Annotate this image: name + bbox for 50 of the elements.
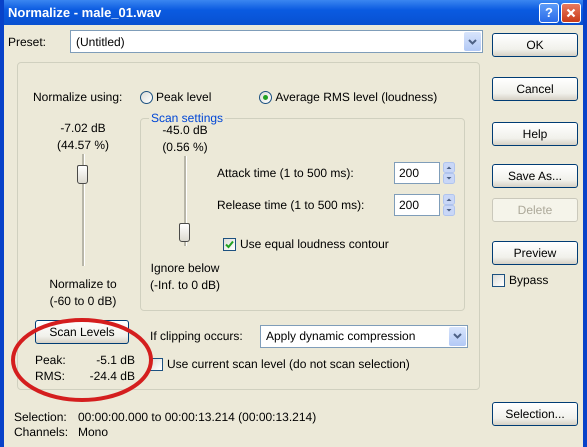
checkbox-label: Bypass <box>509 273 548 287</box>
chevron-down-icon <box>468 38 477 44</box>
group-title: Scan settings <box>150 111 224 125</box>
number-field[interactable]: 200 <box>394 162 440 184</box>
status-value: 00:00:00.000 to 00:00:13.214 (00:00:13.214) <box>78 410 318 425</box>
chevron-down-icon <box>453 333 462 339</box>
field-label: Release time (1 to 500 ms): <box>217 198 366 212</box>
dialog-button[interactable]: Help <box>492 122 578 146</box>
slider-caption: Ignore below <box>150 260 220 277</box>
field-label: Normalize using: <box>33 90 124 104</box>
status-label: Channels: <box>14 425 70 440</box>
preset-dropdown[interactable]: (Untitled) <box>70 30 483 53</box>
checkbox[interactable] <box>223 238 236 250</box>
dialog-button[interactable]: Save As... <box>492 164 578 188</box>
radio-label: Average RMS level (loudness) <box>275 90 438 104</box>
selection-button[interactable]: Selection... <box>492 402 578 426</box>
status-label: Selection: <box>14 410 68 425</box>
slider-range: (-60 to 0 dB) <box>50 293 116 310</box>
slider-thumb[interactable] <box>179 223 190 242</box>
dialog-button[interactable]: OK <box>492 33 578 57</box>
radio-button[interactable] <box>259 90 272 104</box>
number-field[interactable]: 200 <box>394 194 440 216</box>
result-label: RMS: <box>35 368 66 384</box>
radio-button[interactable] <box>140 90 153 104</box>
dialog-button[interactable]: Preview <box>492 241 578 265</box>
slider-range: (-Inf. to 0 dB) <box>150 277 220 294</box>
spin-buttons[interactable] <box>443 162 455 184</box>
clipping-dropdown[interactable]: Apply dynamic compression <box>260 324 468 348</box>
checkbox-label: Use equal loudness contour <box>240 237 389 251</box>
field-label: Attack time (1 to 500 ms): <box>217 166 355 180</box>
spin-buttons[interactable] <box>443 194 455 216</box>
checkbox[interactable] <box>492 274 505 286</box>
checkbox-label: Use current scan level (do not scan selection) <box>167 357 410 371</box>
percent-reading: (0.56 %) <box>162 139 208 156</box>
percent-reading: (44.57 %) <box>56 137 110 154</box>
level-reading: -45.0 dB <box>162 123 208 139</box>
status-value: Mono <box>78 425 110 440</box>
field-label: Preset: <box>8 34 48 48</box>
close-button[interactable] <box>561 2 581 22</box>
dialog-button[interactable]: Cancel <box>492 77 578 101</box>
slider-thumb[interactable] <box>77 165 88 184</box>
level-reading: -7.02 dB <box>60 120 106 137</box>
slider-caption: Normalize to <box>49 276 117 293</box>
result-value: -5.1 dB <box>95 352 135 368</box>
window-title: Normalize - male_01.wav <box>8 5 162 20</box>
radio-label: Peak level <box>156 90 212 104</box>
result-value: -24.4 dB <box>90 368 135 384</box>
field-label: If clipping occurs: <box>150 329 244 343</box>
close-icon <box>566 8 576 18</box>
result-label: Peak: <box>35 352 67 368</box>
